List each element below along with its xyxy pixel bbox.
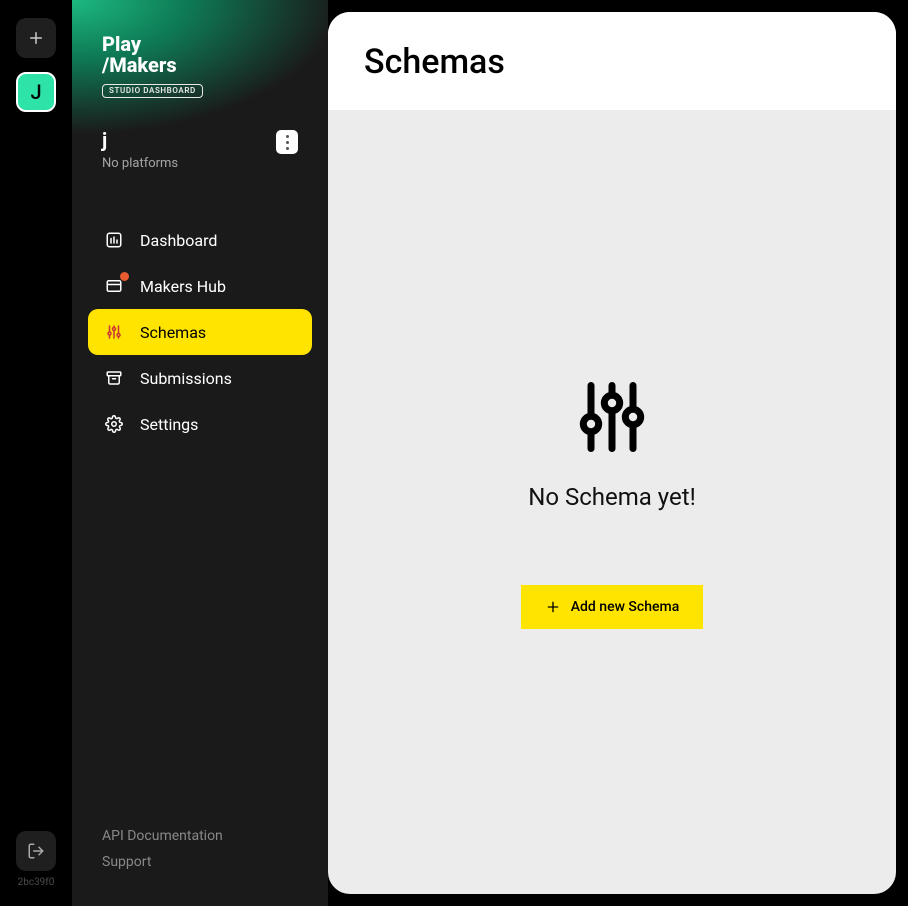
version-label: 2bc39f0: [18, 877, 55, 888]
sidebar-item-label: Schemas: [140, 323, 206, 342]
sidebar-header: Play /Makers STUDIO DASHBOARD j No platf…: [72, 0, 328, 193]
empty-state: No Schema yet! Add new Schema: [328, 110, 896, 894]
sidebar-item-schemas[interactable]: Schemas: [88, 309, 312, 355]
rail-bottom: 2bc39f0: [16, 831, 56, 888]
plus-icon: [545, 599, 561, 615]
logout-icon: [27, 842, 45, 860]
archive-icon: [104, 368, 124, 388]
sidebar-nav: Dashboard Makers Hub Schemas Submissions: [72, 193, 328, 822]
add-schema-button[interactable]: Add new Schema: [521, 585, 704, 629]
avatar-letter: J: [30, 80, 41, 104]
footer-support-link[interactable]: Support: [102, 849, 298, 876]
rail-top: J: [16, 18, 56, 831]
gear-icon: [104, 414, 124, 434]
brand-line1: Play: [102, 34, 298, 55]
add-schema-label: Add new Schema: [571, 599, 680, 615]
workspace-platforms: No platforms: [102, 156, 178, 171]
window-icon: [104, 276, 124, 296]
main-wrap: Schemas No Schema yet! Add new Schema: [328, 0, 908, 906]
workspace-info: j No platforms: [102, 130, 178, 171]
dots-icon: [286, 135, 289, 138]
brand-badge: STUDIO DASHBOARD: [102, 84, 203, 98]
workspace-name: j: [102, 130, 178, 150]
sidebar-item-submissions[interactable]: Submissions: [88, 355, 312, 401]
brand-line2: /Makers: [102, 55, 298, 76]
plus-icon: [27, 29, 45, 47]
brand-logo: Play /Makers STUDIO DASHBOARD: [102, 34, 298, 98]
sidebar-item-label: Submissions: [140, 369, 232, 388]
app-rail: J 2bc39f0: [0, 0, 72, 906]
sidebar-item-label: Dashboard: [140, 231, 217, 250]
footer-api-link[interactable]: API Documentation: [102, 823, 298, 850]
sidebar-item-label: Settings: [140, 415, 198, 434]
chart-icon: [104, 230, 124, 250]
notification-badge: [120, 272, 129, 281]
sidebar-item-dashboard[interactable]: Dashboard: [88, 217, 312, 263]
sidebar-item-settings[interactable]: Settings: [88, 401, 312, 447]
sidebar: Play /Makers STUDIO DASHBOARD j No platf…: [72, 0, 328, 906]
sidebar-item-label: Makers Hub: [140, 277, 226, 296]
empty-icon-wrap: [570, 375, 654, 459]
main-header: Schemas: [328, 12, 896, 110]
workspace-avatar[interactable]: J: [16, 72, 56, 112]
main-card: Schemas No Schema yet! Add new Schema: [328, 12, 896, 894]
sidebar-item-makers-hub[interactable]: Makers Hub: [88, 263, 312, 309]
workspace-row: j No platforms: [102, 130, 298, 171]
empty-title: No Schema yet!: [528, 483, 696, 511]
workspace-menu-button[interactable]: [276, 130, 298, 154]
sliders-icon: [104, 322, 124, 342]
sliders-large-icon: [570, 375, 654, 459]
logout-button[interactable]: [16, 831, 56, 871]
rail-add-button[interactable]: [16, 18, 56, 58]
page-title: Schemas: [364, 42, 860, 82]
sidebar-footer: API Documentation Support: [72, 823, 328, 906]
